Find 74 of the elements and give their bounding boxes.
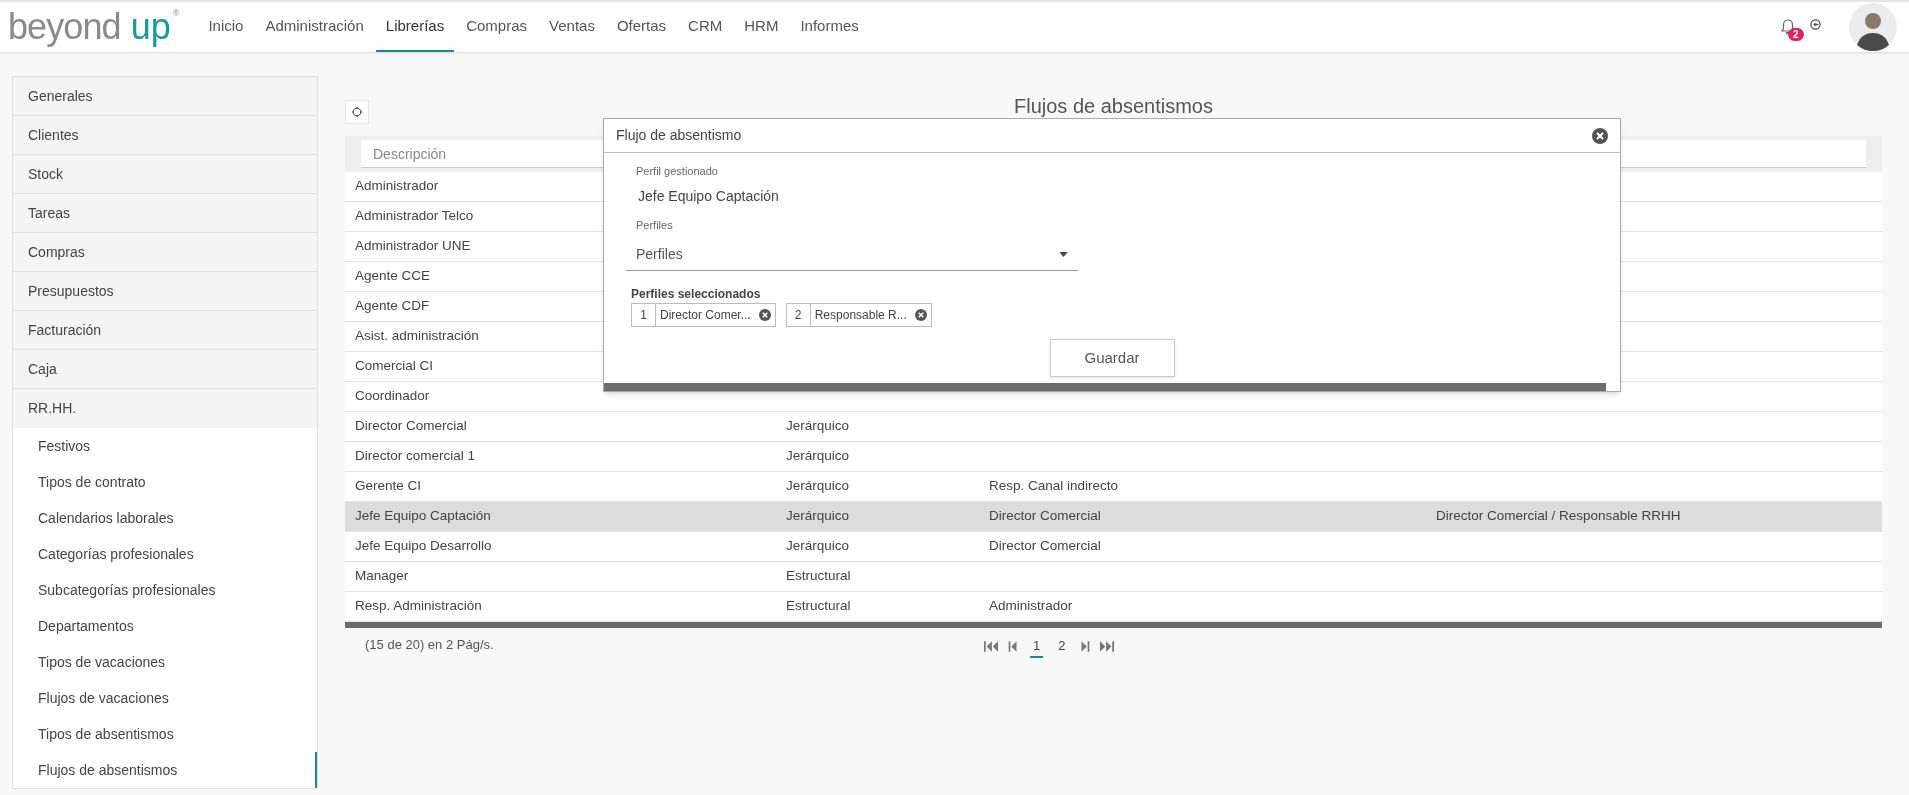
logo[interactable]: beyond up®: [8, 9, 180, 45]
page-title: Flujos de absentismos: [1014, 95, 1213, 117]
previous-page-icon[interactable]: [1006, 641, 1020, 653]
first-page-icon[interactable]: [984, 641, 998, 653]
table-cell: Manager: [355, 568, 409, 584]
sidebar-section[interactable]: Caja: [13, 350, 317, 389]
sidebar-section[interactable]: Clientes: [13, 116, 317, 155]
nav-tab[interactable]: Compras: [456, 2, 538, 52]
table-cell: Estructural: [786, 598, 851, 614]
table-cell: Asist. administración: [355, 328, 479, 344]
sidebar-section[interactable]: Generales: [13, 77, 317, 116]
table-cell: Jerárquico: [786, 418, 850, 434]
field-label: Perfiles: [636, 217, 674, 233]
nav-tab[interactable]: Ventas: [539, 2, 605, 52]
page-link[interactable]: 2: [1055, 636, 1069, 658]
sidebar-section[interactable]: Compras: [13, 233, 317, 272]
table-cell: Resp. Canal indirecto: [989, 478, 1119, 494]
table-cell: Gerente CI: [355, 478, 422, 494]
table-cell: Jerárquico: [786, 508, 850, 524]
page-link[interactable]: 1: [1030, 636, 1044, 658]
close-icon[interactable]: [1592, 127, 1608, 144]
table-cell: Administrador: [989, 598, 1073, 614]
table-cell: Agente CCE: [355, 268, 431, 284]
nav-tab[interactable]: HRM: [734, 2, 789, 52]
table-row[interactable]: Jefe Equipo Captación Jerárquico Director Comercial Director Comercial / Responsable RRHH: [345, 502, 1882, 532]
pagination-summary: (15 de 20) en 2 Pág/s.: [365, 636, 494, 655]
notification-badge: 2: [1788, 28, 1804, 41]
table-cell: Administrador: [355, 178, 439, 194]
table-cell: Director comercial 1: [355, 448, 476, 464]
field-value: Jefe Equipo Captación: [638, 186, 780, 206]
save-button[interactable]: Guardar: [1049, 339, 1175, 377]
nav-tab[interactable]: Ofertas: [606, 2, 677, 52]
remove-icon[interactable]: [914, 309, 927, 321]
table-cell: Administrador UNE: [355, 238, 471, 254]
table-cell: Director Comercial: [989, 538, 1101, 554]
settings-icon[interactable]: [351, 106, 363, 118]
table-cell: Director Comercial / Responsable RRHH: [1436, 508, 1681, 524]
last-page-icon[interactable]: [1100, 641, 1115, 653]
table-cell: Jefe Equipo Desarrollo: [355, 538, 492, 554]
table-cell: Comercial CI: [355, 358, 433, 374]
nav-tab[interactable]: Informes: [790, 2, 869, 52]
sidebar-section[interactable]: Tareas: [13, 194, 317, 233]
table-cell: Jerárquico: [786, 478, 850, 494]
table-cell: Jefe Equipo Captación: [355, 508, 491, 524]
table-cell: Agente CDF: [355, 298, 430, 314]
scrollbar[interactable]: [345, 622, 1882, 628]
dialog-title: Flujo de absentismo: [616, 126, 742, 145]
table-cell: Jerárquico: [786, 538, 850, 554]
table-cell: Resp. Administración: [355, 598, 482, 614]
caret-icon: [1059, 252, 1068, 257]
table-cell: Director Comercial: [989, 508, 1101, 524]
scrollbar[interactable]: [604, 383, 1606, 391]
nav-tab[interactable]: Inicio: [198, 2, 254, 52]
table-cell: Director Comercial: [355, 418, 467, 434]
sidebar-section[interactable]: Presupuestos: [13, 272, 317, 311]
table-cell: Estructural: [786, 568, 851, 584]
nav-tab[interactable]: Librerías: [375, 2, 455, 52]
table-cell: Coordinador: [355, 388, 430, 404]
table-cell: Administrador Telco: [355, 208, 474, 224]
selected-label: Perfiles seleccionados: [631, 286, 762, 303]
nav-tab[interactable]: Administración: [255, 2, 374, 52]
profile-chip: 1 Director Comer...: [631, 303, 776, 327]
sidebar-section[interactable]: RR.HH.: [13, 389, 317, 428]
nav-tab[interactable]: CRM: [678, 2, 733, 52]
avatar[interactable]: [1849, 3, 1897, 51]
remove-icon[interactable]: [758, 309, 771, 321]
settings-button[interactable]: [345, 100, 369, 124]
logout-icon[interactable]: [1810, 18, 1821, 30]
profiles-select[interactable]: Perfiles: [626, 239, 1078, 271]
table-cell: Jerárquico: [786, 448, 850, 464]
field-label: Perfil gestionado: [636, 164, 719, 179]
sidebar-section[interactable]: Facturación: [13, 311, 317, 350]
profile-chip: 2 Responsable R...: [785, 303, 932, 327]
sidebar-section[interactable]: Stock: [13, 155, 317, 194]
